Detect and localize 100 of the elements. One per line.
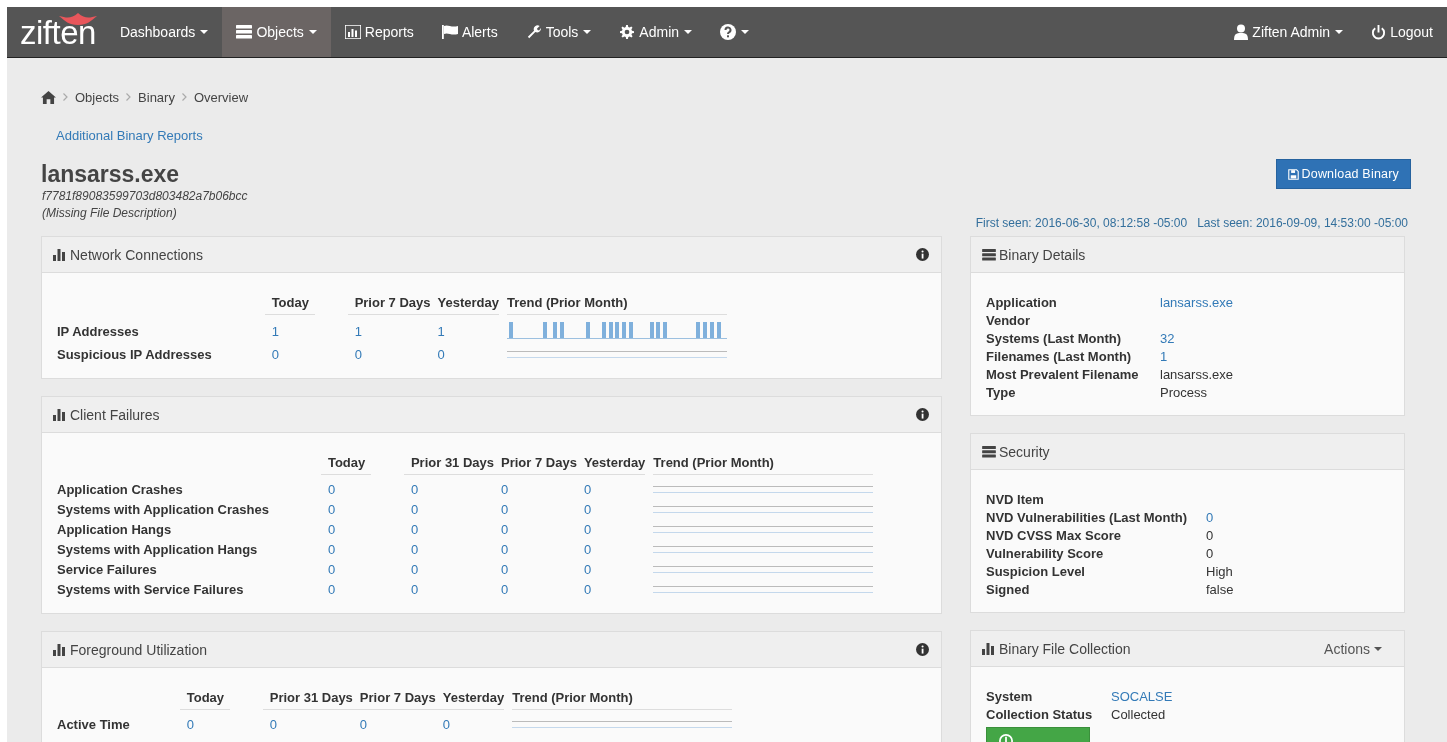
value-link[interactable]: 0 <box>327 521 336 537</box>
value-link[interactable]: 0 <box>442 716 450 732</box>
value-link[interactable]: 0 <box>410 501 419 517</box>
binary-name: lansarss.exe <box>41 160 181 188</box>
bar-chart-icon <box>53 248 67 261</box>
value-link[interactable]: 1 <box>271 324 279 339</box>
user-icon <box>1234 24 1249 40</box>
bar-chart-icon <box>53 643 67 656</box>
nav-menu-item[interactable]: Alerts <box>427 7 512 57</box>
field-label: NVD Vulnerabilities (Last Month) <box>986 510 1206 528</box>
value-link[interactable]: 1 <box>437 324 445 339</box>
value-link[interactable]: 0 <box>327 541 336 557</box>
column-header: Yesterday <box>430 295 499 315</box>
value-link[interactable]: 0 <box>410 581 419 597</box>
chevron-icon <box>181 93 187 101</box>
value-link[interactable]: 0 <box>410 541 419 557</box>
file-description: (Missing File Description) <box>42 205 178 222</box>
value-link[interactable]: 1 <box>1160 349 1168 364</box>
row-label: Systems with Service Failures <box>57 580 245 599</box>
info-icon <box>916 248 929 261</box>
value-link[interactable]: SOCALSE <box>1111 689 1173 704</box>
field-label: System <box>986 689 1111 707</box>
field-value: lansarss.exe <box>1160 367 1233 382</box>
value-link[interactable]: 0 <box>583 541 592 557</box>
value-link[interactable]: 0 <box>327 501 336 517</box>
value-link[interactable]: 1 <box>354 324 362 339</box>
value-link[interactable]: 0 <box>271 346 279 362</box>
value-link[interactable]: 0 <box>501 481 509 497</box>
value-link[interactable]: 0 <box>410 481 419 497</box>
value-link[interactable]: 0 <box>583 521 592 537</box>
home-icon[interactable] <box>41 90 56 104</box>
value-link[interactable]: 0 <box>501 521 509 537</box>
value-link[interactable]: 0 <box>327 481 336 497</box>
field-value: 0 <box>1206 546 1214 561</box>
breadcrumb-link[interactable]: Overview <box>193 89 249 105</box>
reports-link[interactable]: Additional Binary Reports <box>56 128 203 143</box>
value-link[interactable]: 0 <box>583 581 592 597</box>
nav-menu-item[interactable]: Dashboards <box>105 7 223 57</box>
value-link[interactable]: 0 <box>583 561 592 577</box>
value-link[interactable]: 0 <box>186 716 194 732</box>
info-icon <box>916 408 929 421</box>
column-header: Trend (Prior Month) <box>506 295 727 315</box>
list-icon <box>236 25 253 39</box>
value-link[interactable]: 0 <box>269 716 277 732</box>
nav-menu-item[interactable]: Tools <box>511 7 606 57</box>
breadcrumb-link[interactable]: Objects <box>75 89 120 105</box>
download-binary-button[interactable]: Download Binary <box>1275 159 1411 189</box>
seen-date: Last seen: 2016-09-09, 14:53:00 -05:00 <box>1197 216 1408 230</box>
value-link[interactable]: 0 <box>583 481 592 497</box>
actions-menu[interactable]: Actions <box>1324 640 1382 657</box>
field-label: Type <box>986 385 1017 402</box>
logo[interactable]: ziften <box>7 9 106 57</box>
nav-menu-item[interactable]: Objects <box>222 7 331 57</box>
value-link[interactable]: 0 <box>359 716 368 732</box>
value-link[interactable]: 0 <box>437 346 445 362</box>
value-link[interactable]: 0 <box>501 561 509 577</box>
row-label: Systems with Application Crashes <box>57 500 270 519</box>
value-link[interactable]: lansarss.exe <box>1160 295 1233 310</box>
field-value: Process <box>1160 385 1207 400</box>
column-header: Today <box>320 455 371 475</box>
bar-chart-icon <box>344 25 361 39</box>
caret-icon <box>1374 646 1382 651</box>
user-menu[interactable]: Ziften Admin <box>1220 7 1358 57</box>
value-link[interactable]: 0 <box>410 521 419 537</box>
panel-title: Client Failures <box>53 406 160 423</box>
column-header: Trend (Prior Month) <box>653 455 874 475</box>
value-link[interactable]: 0 <box>354 346 362 362</box>
value-link[interactable]: 0 <box>327 581 336 597</box>
nav-menu-item[interactable]: Admin <box>605 7 707 57</box>
value-link[interactable]: 0 <box>410 561 419 577</box>
info-icon <box>916 643 929 656</box>
panel-title: Foreground Utilization <box>53 641 207 658</box>
breadcrumb-link[interactable]: Binary <box>138 89 175 105</box>
value-link[interactable]: 32 <box>1160 331 1175 346</box>
value-link[interactable]: 0 <box>501 501 509 517</box>
seen-date: First seen: 2016-06-30, 08:12:58 -05:00 <box>975 216 1188 230</box>
logout-link[interactable]: Logout <box>1357 7 1447 57</box>
power-icon <box>1371 24 1387 40</box>
panel-title: Binary File Collection <box>982 640 1131 657</box>
field-label: Collection Status <box>986 707 1111 725</box>
field-label: Filenames (Last Month) <box>986 349 1160 367</box>
row-label: Application Crashes <box>57 480 184 499</box>
value-link[interactable]: 0 <box>583 501 592 517</box>
wrench-icon <box>525 25 542 39</box>
chevron-icon <box>126 93 132 101</box>
value-link[interactable]: 0 <box>327 561 336 577</box>
nav-menu-item[interactable]: Reports <box>330 7 428 57</box>
value-link[interactable]: 0 <box>501 581 509 597</box>
caret-icon <box>1335 30 1344 34</box>
field-label: Signed <box>986 582 1206 600</box>
row-label: Systems with Application Hangs <box>57 540 259 559</box>
value-link[interactable]: 0 <box>1206 510 1214 525</box>
row-label: Suspicious IP Addresses <box>57 345 213 364</box>
field-value: Collected <box>1111 707 1166 722</box>
value-link[interactable]: 0 <box>501 541 509 557</box>
panel-title: Security <box>982 443 1050 460</box>
settings-icon <box>619 25 636 39</box>
field-value: High <box>1206 564 1233 579</box>
column-header: Today <box>179 690 230 710</box>
column-header: Yesterday <box>576 455 646 475</box>
